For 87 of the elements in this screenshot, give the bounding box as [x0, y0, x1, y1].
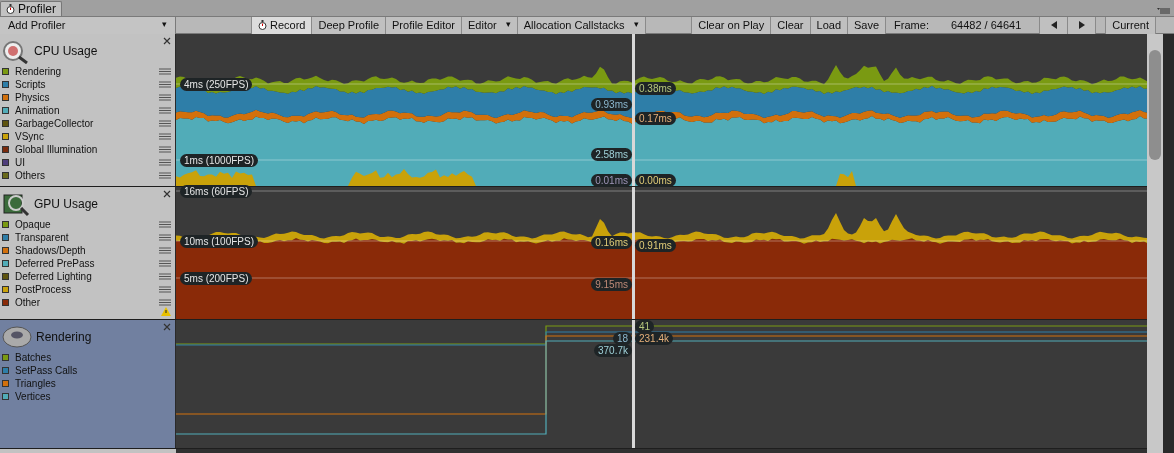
drag-handle-icon[interactable] — [159, 159, 171, 166]
toolbar-dropdown[interactable]: Editor ▾ — [462, 16, 518, 34]
close-icon[interactable] — [163, 323, 171, 331]
toolbar-dropdown[interactable]: Allocation Callstacks ▾ — [517, 16, 646, 34]
window-title: Profiler — [18, 2, 56, 16]
drag-handle-icon[interactable] — [159, 68, 171, 75]
toolbar-button[interactable]: Save — [848, 16, 887, 34]
drag-handle-icon[interactable] — [159, 107, 171, 114]
next-frame-button[interactable] — [1068, 16, 1097, 34]
toolbar-toggle[interactable]: Profile Editor — [386, 16, 462, 34]
legend-label: Other — [15, 296, 41, 309]
module-title: Rendering — [36, 329, 92, 346]
add-profiler-dropdown[interactable]: Add Profiler ▾ — [0, 16, 176, 34]
drag-handle-icon[interactable] — [159, 299, 171, 306]
torus-icon — [2, 325, 32, 349]
legend-label: UI — [15, 156, 26, 169]
legend-label: Global Illumination — [15, 143, 99, 156]
legend-label: Shadows/Depth — [15, 244, 87, 257]
frame-label: Frame: — [894, 17, 929, 33]
grid-label: 1ms (1000FPS) — [180, 154, 259, 167]
legend-label: Triangles — [15, 377, 57, 390]
value-label: 0.00ms — [635, 174, 676, 187]
module-panel[interactable]: Rendering Batches SetPass Calls Triangles Vertices — [0, 320, 176, 448]
legend-label: Scripts — [15, 78, 47, 91]
value-label: 0.01ms — [591, 174, 632, 187]
value-label: 0.91ms — [635, 239, 676, 252]
value-label: 0.93ms — [591, 98, 632, 111]
drag-handle-icon[interactable] — [159, 247, 171, 254]
legend-label: Vertices — [15, 390, 52, 403]
module-panel[interactable]: GPU Usage Opaque Transparent Shadows/Depth Deferred PrePass Deferred Lighting PostProcess Other — [0, 187, 176, 319]
drag-handle-icon[interactable] — [159, 172, 171, 179]
module-panel[interactable]: CPU Usage Rendering Scripts Physics Animation GarbageCollector VSync Global Illumination UI Others — [0, 34, 176, 186]
window-tab[interactable]: Profiler — [0, 1, 62, 16]
stopwatch-magnifier-icon — [2, 38, 30, 64]
drag-handle-icon[interactable] — [159, 234, 171, 241]
scrollbar-track[interactable] — [1147, 34, 1163, 453]
close-icon[interactable] — [163, 190, 171, 198]
grid-label: 4ms (250FPS) — [180, 78, 253, 91]
module-title: GPU Usage — [34, 196, 99, 213]
value-label: 9.15ms — [591, 278, 632, 291]
toolbar-toggle[interactable]: Record — [252, 16, 313, 34]
drag-handle-icon[interactable] — [159, 273, 171, 280]
value-label: 370.7k — [593, 344, 632, 357]
legend-label: Transparent — [15, 231, 70, 244]
close-icon[interactable] — [163, 37, 171, 45]
previous-frame-button[interactable] — [1040, 16, 1069, 34]
drag-handle-icon[interactable] — [159, 146, 171, 153]
drag-handle-icon[interactable] — [159, 120, 171, 127]
toolbar-button[interactable]: Clear on Play — [692, 16, 772, 34]
toolbar-toggle[interactable]: Deep Profile — [312, 16, 386, 34]
legend-label: Others — [15, 169, 46, 182]
drag-handle-icon[interactable] — [159, 221, 171, 228]
value-label: 0.16ms — [591, 236, 632, 249]
left-triangle-icon — [1050, 21, 1057, 29]
drag-handle-icon[interactable] — [159, 133, 171, 140]
drag-handle-icon[interactable] — [159, 81, 171, 88]
right-triangle-icon — [1078, 21, 1085, 29]
current-frame-button[interactable]: Current — [1106, 16, 1156, 34]
drag-handle-icon[interactable] — [159, 260, 171, 267]
value-label: 0.17ms — [635, 112, 676, 125]
drag-handle-icon[interactable] — [159, 286, 171, 293]
stopwatch-icon — [258, 20, 267, 30]
toolbar-button[interactable]: Load — [810, 16, 849, 34]
legend-label: Physics — [15, 91, 51, 104]
legend-label: Opaque — [15, 218, 52, 231]
grid-label: 16ms (60FPS) — [180, 185, 253, 198]
frame-value: 64482 / 64641 — [950, 17, 1022, 33]
legend-label: Batches — [15, 351, 53, 364]
grid-label: 10ms (100FPS) — [180, 235, 259, 248]
value-label: 231.4k — [635, 332, 674, 345]
value-label: 2.58ms — [591, 148, 632, 161]
legend-label: SetPass Calls — [15, 364, 79, 377]
grid-label: 5ms (200FPS) — [180, 272, 253, 285]
legend-label: VSync — [15, 130, 45, 143]
legend-label: Rendering — [15, 65, 63, 78]
stopwatch-icon — [6, 4, 15, 14]
legend-label: Deferred Lighting — [15, 270, 93, 283]
value-label: 0.38ms — [635, 82, 676, 95]
drag-handle-icon[interactable] — [159, 94, 171, 101]
toolbar-button[interactable]: Clear — [771, 16, 811, 34]
legend-label: PostProcess — [15, 283, 73, 296]
module-title: CPU Usage — [34, 43, 98, 60]
legend-label: Deferred PrePass — [15, 257, 96, 270]
legend-label: Animation — [15, 104, 61, 117]
scrollbar-thumb[interactable] — [1149, 50, 1161, 160]
legend-label: GarbageCollector — [15, 117, 95, 130]
chip-magnifier-icon — [2, 191, 30, 217]
